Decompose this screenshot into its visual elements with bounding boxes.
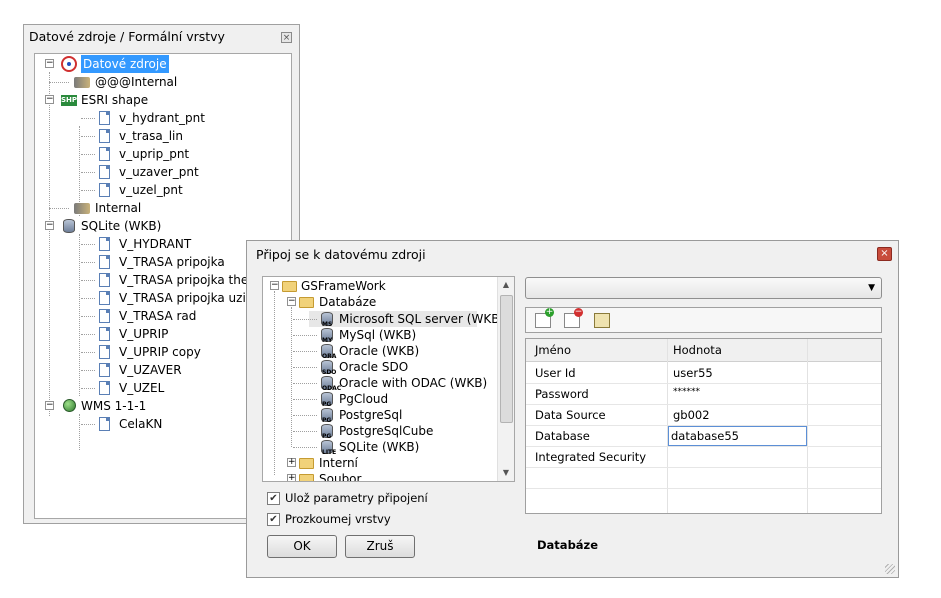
database-icon: PG xyxy=(321,392,333,408)
ok-button[interactable]: OK xyxy=(267,535,337,558)
panel-close-icon[interactable]: × xyxy=(281,32,292,43)
layer-icon xyxy=(99,129,110,143)
layer-icon xyxy=(99,165,110,179)
scroll-up-icon[interactable]: ▲ xyxy=(498,277,514,293)
cancel-button[interactable]: Zruš xyxy=(345,535,415,558)
folder-icon xyxy=(282,281,297,292)
collapse-icon[interactable]: − xyxy=(287,297,296,306)
panel-title: Datové zdroje / Formální vrstvy xyxy=(29,29,225,44)
database-icon: MS xyxy=(321,312,333,328)
collapse-icon[interactable]: − xyxy=(45,95,54,104)
collapse-icon[interactable]: − xyxy=(270,281,279,290)
layer-icon xyxy=(99,345,110,359)
database-icon: ODAC xyxy=(321,376,341,392)
database-icon: SDO xyxy=(321,360,336,376)
expand-icon[interactable]: + xyxy=(287,474,296,481)
layer-icon xyxy=(99,237,110,251)
database-value-input[interactable]: database55 xyxy=(668,426,807,446)
layer-icon xyxy=(99,273,110,287)
resize-grip-icon[interactable] xyxy=(885,564,895,574)
collapse-icon[interactable]: − xyxy=(45,59,54,68)
set-null-icon[interactable] xyxy=(594,313,610,328)
scroll-thumb[interactable] xyxy=(500,295,513,423)
layer-icon xyxy=(99,309,110,323)
connect-dialog: Připoj se k datovému zdroji × − GSFrameW… xyxy=(246,240,899,578)
save-params-checkbox[interactable]: ✔ xyxy=(267,492,280,505)
layer-icon xyxy=(99,327,110,341)
connection-combo[interactable]: ▼ xyxy=(525,277,882,299)
collapse-icon[interactable]: − xyxy=(45,221,54,230)
database-icon: MY xyxy=(321,328,333,344)
layer-icon xyxy=(99,147,110,161)
column-header-name: Jméno xyxy=(535,343,571,357)
chevron-down-icon[interactable]: ▼ xyxy=(868,283,875,293)
save-params-label: Ulož parametry připojení xyxy=(285,491,428,505)
explore-layers-label: Prozkoumej vrstvy xyxy=(285,512,391,526)
folder-icon xyxy=(299,458,314,469)
database-icon: PG xyxy=(321,408,333,424)
folder-icon xyxy=(299,297,314,308)
sqlite-icon xyxy=(63,219,75,233)
layer-icon xyxy=(99,381,110,395)
expand-icon[interactable]: + xyxy=(287,458,296,467)
globe-icon xyxy=(63,399,76,412)
layer-icon xyxy=(99,291,110,305)
delete-row-icon[interactable] xyxy=(564,308,583,328)
layer-icon xyxy=(99,417,110,431)
provider-tree[interactable]: − GSFrameWork − Databáze MS Microsoft SQL… xyxy=(262,276,515,482)
grid-toolbar xyxy=(525,307,882,333)
datasource-icon xyxy=(61,56,77,72)
layer-icon xyxy=(99,111,110,125)
column-header-value: Hodnota xyxy=(673,343,722,357)
collapse-icon[interactable]: − xyxy=(45,401,54,410)
connection-properties-grid: Jméno Hodnota User Id user55 Password **… xyxy=(525,338,882,514)
database-icon: PG xyxy=(321,424,333,440)
folder-icon xyxy=(299,474,314,481)
plug-icon xyxy=(74,77,90,88)
scroll-down-icon[interactable]: ▼ xyxy=(498,465,514,481)
dialog-title: Připoj se k datovému zdroji xyxy=(256,247,426,262)
database-icon: LITE xyxy=(321,440,336,456)
layer-icon xyxy=(99,363,110,377)
status-label: Databáze xyxy=(537,538,599,552)
plug-icon xyxy=(74,203,90,214)
add-row-icon[interactable] xyxy=(535,308,554,328)
layer-icon xyxy=(99,255,110,269)
explore-layers-checkbox[interactable]: ✔ xyxy=(267,513,280,526)
close-icon[interactable]: × xyxy=(877,247,892,261)
tree-scrollbar[interactable]: ▲ ▼ xyxy=(497,277,514,481)
database-icon: ORA xyxy=(321,344,336,360)
shp-icon: SHP xyxy=(61,95,78,106)
layer-icon xyxy=(99,183,110,197)
